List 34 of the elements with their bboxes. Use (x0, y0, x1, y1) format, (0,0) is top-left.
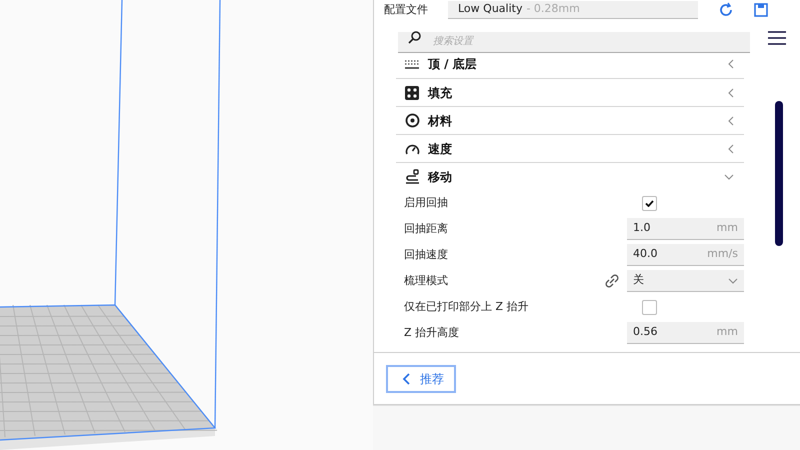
settings-category[interactable]: 移动 (396, 162, 744, 190)
profile-dropdown[interactable]: Low Quality - 0.28mm (448, 1, 698, 19)
layers-icon (405, 59, 419, 69)
checkbox[interactable] (642, 300, 657, 314)
settings-category[interactable]: 材料 (396, 106, 744, 134)
number-field[interactable]: 40.0 mm/s (627, 244, 744, 266)
gauge-icon (404, 142, 420, 154)
chevron-down-icon (728, 278, 738, 284)
setting-label: 回抽距离 (404, 220, 449, 237)
recommended-button[interactable]: 推荐 (386, 364, 456, 392)
settings-category[interactable]: 顶 / 底层 (396, 54, 744, 78)
search-icon (408, 31, 421, 44)
check-icon (645, 200, 654, 206)
scrollbar-thumb[interactable] (775, 101, 783, 246)
setting-label: 启用回抽 (404, 194, 449, 211)
dropdown[interactable]: 关 (627, 270, 744, 292)
number-field[interactable]: 1.0 mm (627, 218, 744, 240)
chevron-left-icon (402, 372, 410, 384)
save-icon[interactable] (754, 3, 768, 17)
search-field[interactable]: 搜索设置 (398, 32, 750, 52)
menu-icon[interactable] (768, 30, 786, 46)
profile-label: 配置文件 (384, 2, 428, 18)
refresh-icon[interactable] (718, 2, 734, 18)
setting-label: 仅在已打印部分上 Z 抬升 (404, 298, 530, 315)
settings-category[interactable]: 速度 (396, 134, 744, 162)
setting-label: 梳理模式 (404, 272, 449, 289)
checkbox[interactable] (642, 196, 657, 210)
number-field[interactable]: 0.56 mm (627, 322, 744, 344)
travel-icon (404, 169, 420, 184)
settings-category[interactable]: 填充 (396, 78, 744, 106)
infill-icon (405, 86, 419, 100)
setting-label: 回抽速度 (404, 246, 449, 263)
setting-label: Z 抬升高度 (404, 324, 460, 341)
spool-icon (404, 113, 420, 128)
